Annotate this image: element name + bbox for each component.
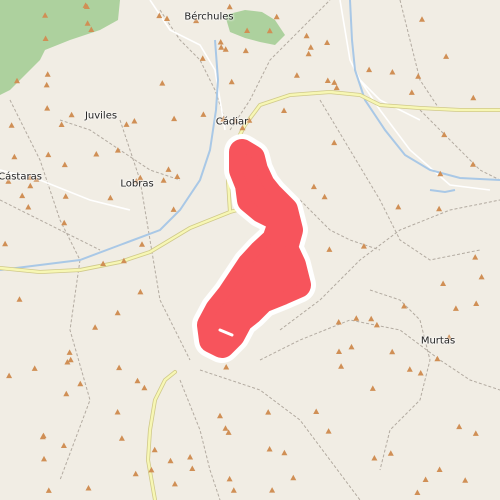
place-label-castaras: Cástaras (0, 171, 42, 183)
place-label-murtas: Murtas (420, 335, 456, 347)
place-label-juviles: Juviles (84, 110, 118, 122)
place-label-berchules: Bérchules (184, 11, 234, 23)
place-label-cadiar: Cádiar (215, 116, 249, 128)
map-view[interactable]: Bérchules Juviles Cádiar Cástaras Lobras… (0, 0, 500, 500)
place-label-lobras: Lobras (120, 178, 154, 190)
map-canvas (0, 0, 500, 500)
